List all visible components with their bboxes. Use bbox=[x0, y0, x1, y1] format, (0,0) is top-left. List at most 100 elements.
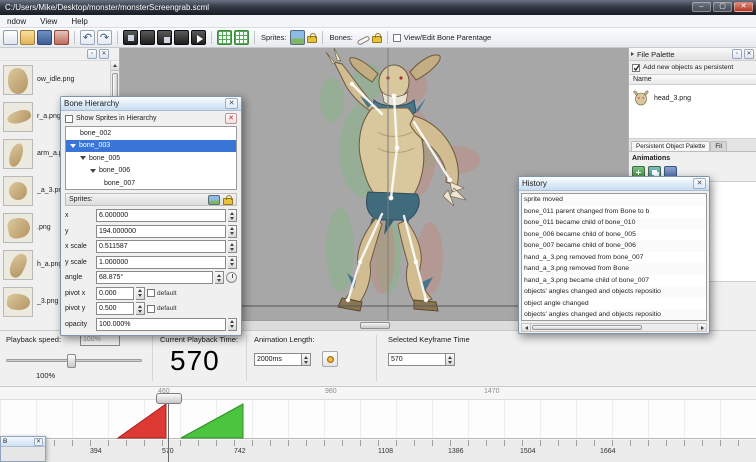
keyframe-tick-label[interactable]: 1664 bbox=[600, 448, 616, 455]
tree-item-bone-002[interactable]: bone_002 bbox=[66, 127, 236, 140]
tree-item-bone-003[interactable]: bone_003 bbox=[66, 139, 236, 152]
title-bar[interactable]: C:/Users/Mike/Desktop/monster/monsterScr… bbox=[0, 0, 756, 15]
menu-window[interactable]: ndow bbox=[0, 17, 33, 26]
keyframe-icon[interactable] bbox=[140, 30, 155, 45]
spin-buttons[interactable] bbox=[136, 302, 145, 316]
new-file-icon[interactable] bbox=[3, 30, 18, 45]
menu-view[interactable]: View bbox=[33, 17, 64, 26]
scroll-up-icon[interactable] bbox=[111, 61, 119, 71]
close-panel-icon[interactable]: ✕ bbox=[744, 49, 754, 59]
pivoty-input[interactable] bbox=[96, 302, 134, 316]
history-item[interactable]: bone_011 became child of bone_010 bbox=[522, 217, 706, 229]
float-panel-icon[interactable]: ▫ bbox=[87, 49, 97, 59]
sprite-image-icon[interactable] bbox=[290, 30, 306, 45]
history-item[interactable]: bone_007 became child of bone_006 bbox=[522, 240, 706, 252]
keyframe-time-input[interactable] bbox=[388, 353, 446, 366]
scrollbar-handle[interactable] bbox=[532, 325, 642, 330]
redo-icon[interactable]: ↷ bbox=[97, 30, 112, 45]
snap-grid-icon[interactable] bbox=[234, 30, 249, 45]
menu-help[interactable]: Help bbox=[64, 17, 94, 26]
xscale-input[interactable] bbox=[96, 240, 226, 254]
history-item[interactable]: bone_006 became child of bone_005 bbox=[522, 229, 706, 241]
history-item[interactable]: hand_a_3.png removed from Bone bbox=[522, 263, 706, 275]
bone-hierarchy-dialog[interactable]: Bone Hierarchy ✕ Show Sprites in Hierarc… bbox=[60, 96, 242, 336]
pivotx-input[interactable] bbox=[96, 286, 134, 300]
history-item[interactable]: sprite moved bbox=[522, 194, 706, 206]
scroll-left-icon[interactable] bbox=[522, 324, 531, 331]
expander-icon[interactable] bbox=[90, 168, 96, 173]
length-spin-buttons[interactable] bbox=[302, 353, 311, 366]
keyframe-tick-label[interactable]: 1504 bbox=[520, 448, 536, 455]
expander-icon[interactable] bbox=[80, 156, 86, 161]
palette-file-item[interactable]: head_3.png bbox=[629, 85, 756, 111]
sprites-lock-icon[interactable] bbox=[223, 194, 233, 205]
keyframe-tick-label[interactable]: 742 bbox=[234, 448, 246, 455]
history-item[interactable]: hand_a_3.png removed from bone_007 bbox=[522, 252, 706, 264]
keyframe-tick-label[interactable]: 394 bbox=[90, 448, 102, 455]
delete-bone-icon[interactable]: ✕ bbox=[225, 113, 237, 124]
timeline[interactable]: 460 980 1470 202 394 570 742 1108 1386 1… bbox=[0, 386, 756, 462]
file-item[interactable]: ow_idle.png bbox=[0, 61, 119, 98]
sprite-visibility-icon[interactable] bbox=[208, 194, 220, 205]
close-panel-icon[interactable]: ✕ bbox=[99, 49, 109, 59]
keyframe-spin-buttons[interactable] bbox=[446, 353, 455, 366]
show-sprites-checkbox[interactable] bbox=[65, 114, 73, 123]
edit-length-button[interactable] bbox=[322, 351, 338, 367]
close-icon[interactable]: ✕ bbox=[225, 98, 238, 109]
tree-item-bone-007[interactable]: bone_007 bbox=[66, 177, 236, 189]
play-icon[interactable] bbox=[191, 30, 206, 45]
canvas-scrollbar-handle[interactable] bbox=[360, 322, 390, 329]
minimize-button[interactable]: – bbox=[692, 2, 711, 12]
float-panel-icon[interactable]: ▫ bbox=[732, 49, 742, 59]
close-button[interactable]: ✕ bbox=[734, 2, 753, 12]
animation-length-input[interactable] bbox=[254, 353, 302, 366]
docked-panel-titlebar[interactable]: B ✕ bbox=[1, 437, 45, 447]
draworder-icon[interactable] bbox=[123, 30, 138, 45]
name-column-header[interactable]: Name bbox=[629, 74, 756, 85]
bones-lock-icon[interactable] bbox=[371, 33, 382, 43]
undo-icon[interactable]: ↶ bbox=[80, 30, 95, 45]
open-folder-icon[interactable] bbox=[20, 30, 35, 45]
history-titlebar[interactable]: History ✕ bbox=[519, 177, 709, 191]
spin-buttons[interactable] bbox=[228, 209, 237, 223]
pivoty-default-checkbox[interactable] bbox=[147, 304, 155, 313]
bone-parentage-checkbox[interactable] bbox=[392, 33, 401, 42]
bone-icon[interactable] bbox=[356, 34, 371, 46]
spin-buttons[interactable] bbox=[228, 255, 237, 269]
tab-persistent-object-palette[interactable]: Persistent Object Palette bbox=[631, 141, 711, 151]
spin-buttons[interactable] bbox=[228, 240, 237, 254]
onionskin-icon[interactable] bbox=[174, 30, 189, 45]
import-icon[interactable] bbox=[54, 30, 69, 45]
opacity-input[interactable] bbox=[96, 317, 226, 331]
sprites-lock-icon[interactable] bbox=[307, 33, 318, 43]
bone-hierarchy-titlebar[interactable]: Bone Hierarchy ✕ bbox=[61, 97, 241, 111]
scroll-right-icon[interactable] bbox=[697, 324, 706, 331]
z-order-icon[interactable] bbox=[157, 30, 172, 45]
history-item[interactable]: object angle changed bbox=[522, 298, 706, 310]
maximize-button[interactable]: ▢ bbox=[713, 2, 732, 12]
keyframe-tick-label[interactable]: 1108 bbox=[378, 448, 393, 455]
grid-icon[interactable] bbox=[217, 30, 232, 45]
pivotx-default-checkbox[interactable] bbox=[147, 289, 155, 298]
timeline-ruler[interactable]: 202 394 570 742 1108 1386 1504 1664 bbox=[0, 440, 756, 462]
playhead-handle[interactable] bbox=[156, 393, 182, 404]
angle-input[interactable] bbox=[96, 271, 213, 285]
close-icon[interactable]: ✕ bbox=[34, 437, 43, 446]
tree-item-bone-005[interactable]: bone_005 bbox=[66, 152, 236, 165]
speed-slider-handle[interactable] bbox=[67, 354, 76, 368]
spin-buttons[interactable] bbox=[228, 317, 237, 331]
sprites-section-header[interactable]: Sprites: bbox=[65, 193, 237, 206]
y-input[interactable] bbox=[96, 224, 226, 238]
spin-buttons[interactable] bbox=[228, 224, 237, 238]
playback-speed-slider[interactable] bbox=[6, 354, 142, 368]
history-item[interactable]: objects' angles changed and objects repo… bbox=[522, 286, 706, 298]
timeline-band[interactable] bbox=[0, 399, 756, 439]
keyframe-tick-label[interactable]: 1386 bbox=[448, 448, 464, 455]
expander-icon[interactable] bbox=[70, 143, 76, 148]
history-dialog[interactable]: History ✕ sprite moved bone_011 parent c… bbox=[518, 176, 710, 334]
close-icon[interactable]: ✕ bbox=[693, 178, 706, 189]
angle-dial[interactable] bbox=[226, 272, 237, 284]
save-icon[interactable] bbox=[37, 30, 52, 45]
x-input[interactable] bbox=[96, 209, 226, 223]
tab-file-palette[interactable]: Fil bbox=[710, 141, 727, 151]
